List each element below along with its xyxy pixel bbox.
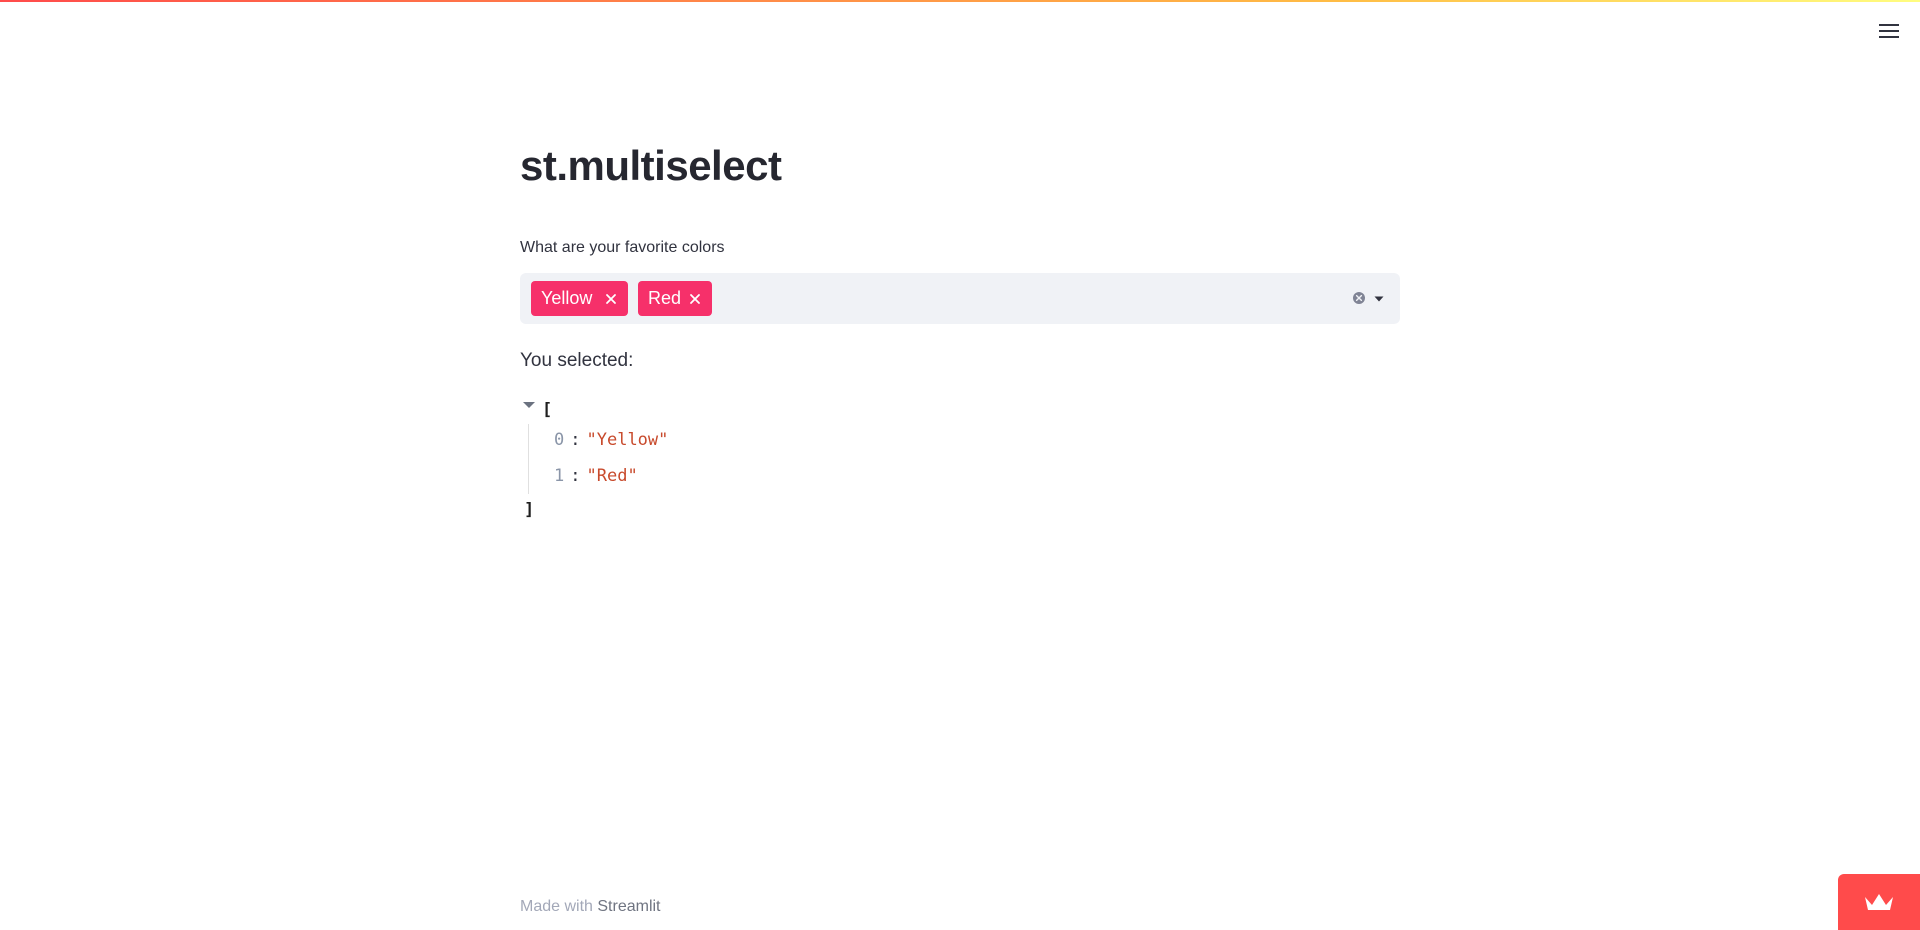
footer: Made with Streamlit [520,896,661,918]
footer-prefix: Made with [520,898,593,915]
top-decoration-bar [0,0,1920,2]
close-icon [606,293,616,304]
tag-label: Yellow [541,288,593,308]
tag-label: Red [648,288,682,308]
hamburger-menu-button[interactable] [1876,18,1902,44]
json-open-bracket: [ [542,400,553,420]
json-item: 0: "Yellow" [554,428,668,452]
json-value: "Yellow" [586,430,669,450]
streamlit-badge[interactable] [1838,874,1920,930]
clear-circle-icon [1353,292,1365,304]
caret-down-icon [523,402,535,408]
close-icon [690,293,700,304]
streamlit-crown-icon [1865,894,1893,910]
json-index: 0 [554,430,565,450]
json-collapse-toggle[interactable] [522,398,536,412]
json-index: 1 [554,466,565,486]
json-viewer: [ 0: "Yellow" 1: "Red" ] [520,398,920,523]
dropdown-toggle[interactable] [1372,292,1386,306]
selected-tag-yellow: Yellow [531,281,628,316]
streamlit-link[interactable]: Streamlit [597,898,660,915]
remove-yellow-button[interactable] [604,292,618,306]
page-title: st.multiselect [520,142,782,189]
selected-tag-red: Red [638,281,712,316]
hamburger-menu-icon [1879,24,1899,38]
colors-multiselect[interactable]: Yellow Red [520,273,1400,324]
json-item: 1: "Red" [554,464,638,488]
chevron-down-icon [1374,296,1384,302]
json-indent-guide [528,424,529,494]
json-close-bracket: ] [524,500,535,520]
json-value: "Red" [586,466,638,486]
remove-red-button[interactable] [688,292,702,306]
json-colon: : [570,466,581,486]
multiselect-label: What are your favorite colors [520,239,725,256]
selected-caption: You selected: [520,350,634,371]
clear-all-button[interactable] [1352,291,1366,305]
json-colon: : [570,430,581,450]
